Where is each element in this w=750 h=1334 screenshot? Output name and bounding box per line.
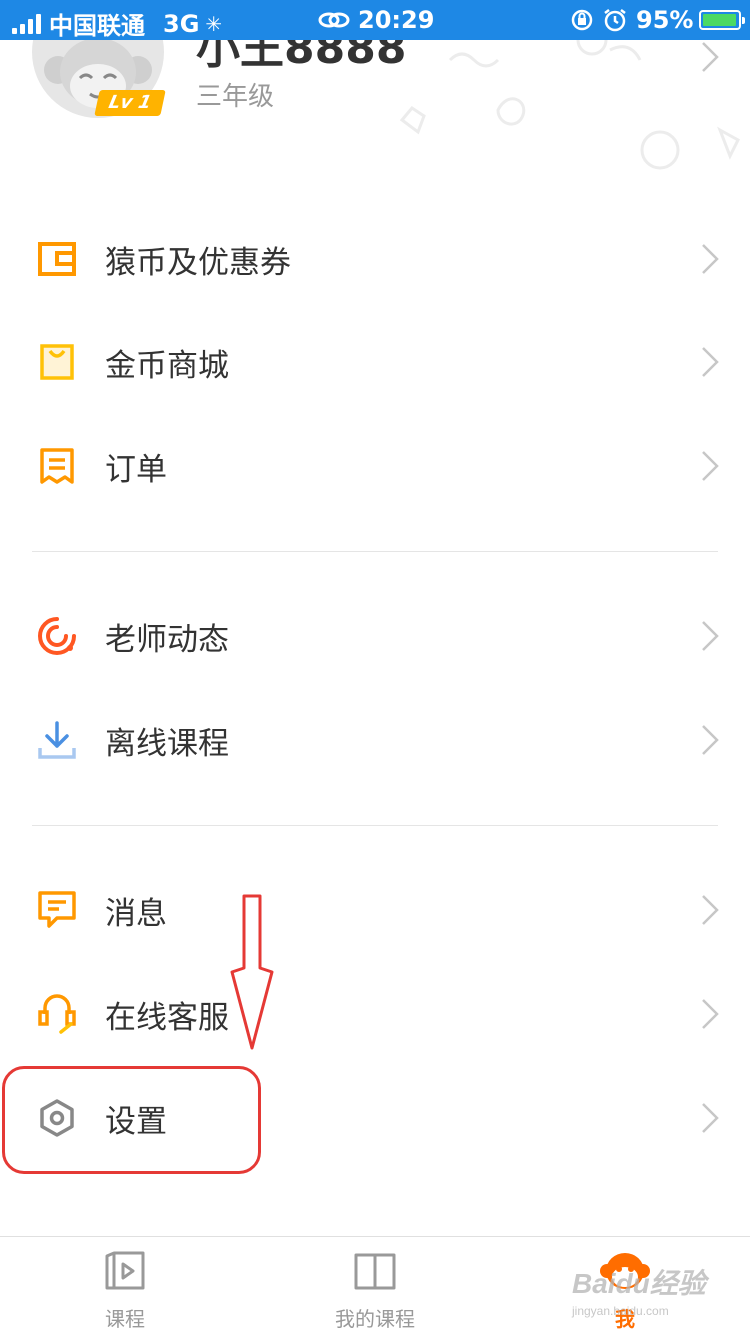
link-icon bbox=[318, 12, 350, 28]
wallet-icon bbox=[36, 238, 78, 280]
carrier-label: 中国联通 bbox=[49, 12, 145, 40]
teacher-feed-icon bbox=[36, 615, 78, 657]
chevron-right-icon bbox=[702, 725, 719, 755]
rotation-lock-icon bbox=[571, 9, 593, 31]
menu-item-offline-courses[interactable]: 离线课程 bbox=[0, 688, 750, 792]
menu-item-teacher-updates[interactable]: 老师动态 bbox=[0, 584, 750, 688]
menu-item-gold-mall[interactable]: 金币商城 bbox=[0, 310, 750, 414]
menu-item-online-support[interactable]: 在线客服 bbox=[0, 962, 750, 1066]
menu-label: 猿币及优惠券 bbox=[105, 244, 291, 281]
tab-label: 课程 bbox=[105, 1307, 145, 1331]
chevron-right-icon bbox=[702, 621, 719, 651]
tab-label: 我的课程 bbox=[335, 1307, 415, 1331]
status-center: 20:29 bbox=[318, 6, 434, 34]
menu-label: 在线客服 bbox=[105, 999, 229, 1036]
annotation-arrow-icon bbox=[230, 894, 274, 1050]
status-right: 95% bbox=[570, 6, 746, 34]
battery-percent: 95% bbox=[636, 6, 694, 34]
status-left: 中国联通 3G ✳ bbox=[12, 6, 222, 41]
section-divider bbox=[32, 825, 718, 826]
level-badge: Lv 1 bbox=[94, 90, 166, 116]
annotation-highlight-box bbox=[2, 1066, 261, 1174]
loading-spinner-icon: ✳ bbox=[205, 11, 223, 36]
watermark-text: Baidu经验 bbox=[572, 1268, 706, 1299]
grade-label: 三年级 bbox=[196, 82, 275, 112]
menu-label: 离线课程 bbox=[105, 725, 229, 762]
shopping-bag-icon bbox=[36, 341, 78, 383]
section-divider bbox=[32, 551, 718, 552]
signal-icon bbox=[12, 13, 41, 34]
watermark-url: jingyan.baidu.com bbox=[572, 1304, 669, 1318]
tab-courses[interactable]: 课程 bbox=[0, 1237, 250, 1334]
alarm-icon bbox=[604, 9, 626, 32]
menu-label: 老师动态 bbox=[105, 621, 229, 658]
menu-item-messages[interactable]: 消息 bbox=[0, 858, 750, 962]
network-label: 3G bbox=[163, 9, 200, 38]
profile-header[interactable]: Lv 1 小王8888 三年级 bbox=[0, 40, 750, 170]
chevron-right-icon bbox=[702, 895, 719, 925]
menu-item-coins-coupons[interactable]: 猿币及优惠券 bbox=[0, 207, 750, 311]
clock-label: 20:29 bbox=[358, 6, 435, 34]
menu-label: 金币商城 bbox=[105, 347, 229, 384]
menu-item-orders[interactable]: 订单 bbox=[0, 414, 750, 518]
receipt-icon bbox=[36, 445, 78, 487]
book-icon bbox=[354, 1253, 396, 1290]
chevron-right-icon bbox=[702, 1103, 719, 1133]
chevron-right-icon bbox=[702, 347, 719, 377]
chevron-right-icon bbox=[702, 451, 719, 481]
menu-label: 订单 bbox=[105, 451, 167, 488]
menu-label: 消息 bbox=[105, 895, 167, 932]
username: 小王8888 bbox=[196, 40, 407, 74]
message-icon bbox=[36, 889, 78, 931]
download-icon bbox=[36, 719, 78, 761]
baidu-watermark: Baidu经验 jingyan.baidu.com bbox=[572, 1262, 722, 1328]
chevron-right-icon bbox=[702, 244, 719, 274]
headset-icon bbox=[36, 993, 78, 1035]
chevron-right-icon bbox=[702, 999, 719, 1029]
status-bar: 中国联通 3G ✳ 20:29 95% bbox=[0, 0, 750, 40]
battery-icon bbox=[699, 10, 746, 30]
tab-my-courses[interactable]: 我的课程 bbox=[250, 1237, 500, 1334]
chevron-right-icon[interactable] bbox=[700, 40, 720, 74]
play-icon bbox=[105, 1251, 145, 1290]
